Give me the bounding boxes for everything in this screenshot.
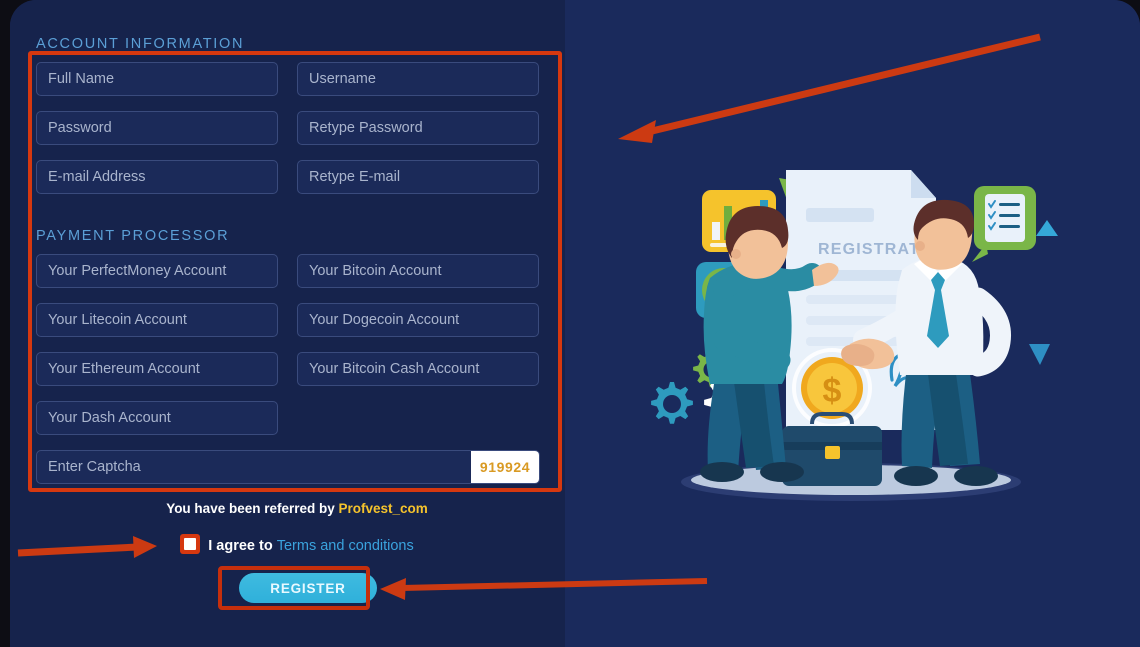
captcha-image: 919924 [471, 451, 539, 483]
referral-notice: You have been referred by Profvest_com [24, 501, 570, 516]
svg-text:$: $ [823, 372, 842, 410]
payment-processor-heading: PAYMENT PROCESSOR [36, 228, 230, 244]
retype-email-input[interactable]: Retype E-mail [297, 160, 539, 194]
bitcoin-account-input[interactable]: Your Bitcoin Account [297, 254, 539, 288]
retype-password-input[interactable]: Retype Password [297, 111, 539, 145]
terms-agreement-row: I agree to Terms and conditions [24, 534, 570, 554]
account-information-heading: ACCOUNT INFORMATION [36, 36, 245, 52]
registration-form: ACCOUNT INFORMATION Full Name Username P… [24, 0, 570, 647]
email-address-input[interactable]: E-mail Address [36, 160, 278, 194]
ethereum-account-input[interactable]: Your Ethereum Account [36, 352, 278, 386]
terms-checkbox[interactable] [180, 534, 201, 554]
litecoin-account-input[interactable]: Your Litecoin Account [36, 303, 278, 337]
terms-and-conditions-link[interactable]: Terms and conditions [277, 538, 414, 554]
full-name-input[interactable]: Full Name [36, 62, 278, 96]
register-button[interactable]: REGISTER [239, 573, 377, 603]
screenshot-root: REGISTRATION $ ACCOUNT INFORMATION Full … [0, 0, 1140, 647]
perfectmoney-account-input[interactable]: Your PerfectMoney Account [36, 254, 278, 288]
agree-label: I agree to [208, 538, 277, 554]
captcha-row[interactable]: Enter Captcha 919924 [36, 450, 540, 484]
referral-prefix: You have been referred by [166, 501, 339, 516]
username-input[interactable]: Username [297, 62, 539, 96]
bitcoin-cash-account-input[interactable]: Your Bitcoin Cash Account [297, 352, 539, 386]
page-surface: REGISTRATION $ ACCOUNT INFORMATION Full … [10, 0, 1140, 647]
checkbox-fill-icon [184, 538, 197, 550]
captcha-input[interactable]: Enter Captcha [48, 451, 141, 483]
dogecoin-account-input[interactable]: Your Dogecoin Account [297, 303, 539, 337]
password-input[interactable]: Password [36, 111, 278, 145]
referral-username: Profvest_com [338, 501, 428, 516]
dash-account-input[interactable]: Your Dash Account [36, 401, 278, 435]
registration-illustration: REGISTRATION $ [606, 130, 1086, 510]
